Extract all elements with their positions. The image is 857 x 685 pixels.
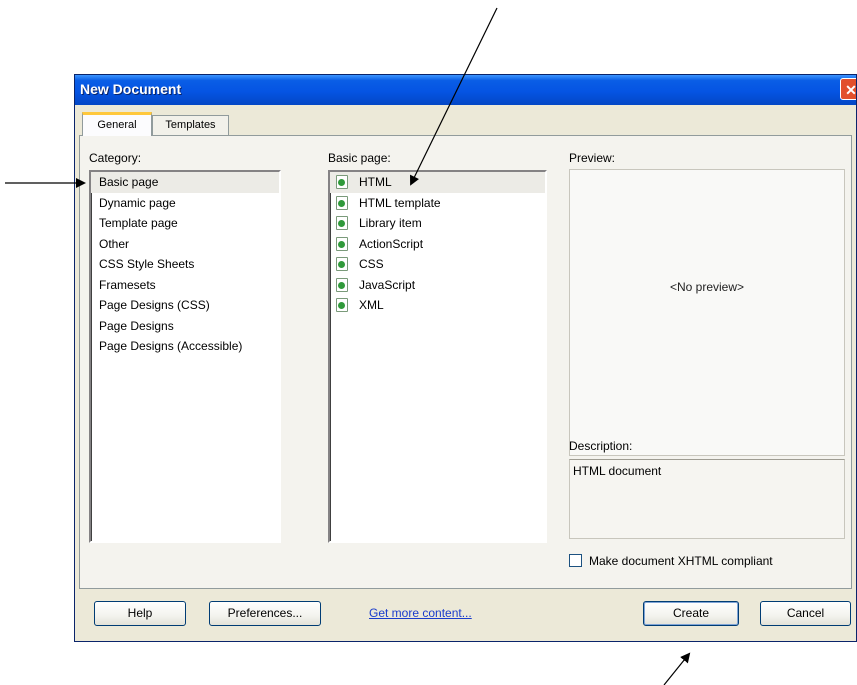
- category-item-basic-page[interactable]: Basic page: [91, 172, 279, 193]
- preview-pane: <No preview>: [569, 169, 845, 456]
- page-item-actionscript[interactable]: ActionScript: [330, 234, 545, 255]
- cancel-button[interactable]: Cancel: [760, 601, 851, 626]
- window-title: New Document: [80, 81, 182, 97]
- page-item-label: XML: [359, 298, 384, 313]
- category-label: Category:: [89, 151, 142, 165]
- tab-templates[interactable]: Templates: [152, 115, 229, 136]
- category-list[interactable]: Basic page Dynamic page Template page Ot…: [89, 170, 281, 543]
- document-icon: [336, 195, 348, 210]
- document-icon: [336, 298, 348, 313]
- category-item-page-designs-accessible[interactable]: Page Designs (Accessible): [91, 336, 279, 357]
- basic-page-label: Basic page:: [328, 151, 391, 165]
- page-item-label: CSS: [359, 257, 384, 272]
- page-item-label: HTML: [359, 175, 392, 190]
- category-item-template-page[interactable]: Template page: [91, 213, 279, 234]
- page-item-label: Library item: [359, 216, 422, 231]
- page-item-xml[interactable]: XML: [330, 295, 545, 316]
- document-icon: [336, 277, 348, 292]
- close-icon[interactable]: ✕: [840, 78, 856, 100]
- category-item-framesets[interactable]: Framesets: [91, 275, 279, 296]
- document-icon: [336, 236, 348, 251]
- page-item-label: JavaScript: [359, 277, 416, 292]
- document-icon: [336, 175, 348, 190]
- category-item-css-style-sheets[interactable]: CSS Style Sheets: [91, 254, 279, 275]
- page-item-label: ActionScript: [359, 236, 424, 251]
- description-text: HTML document: [573, 464, 662, 478]
- category-item-dynamic-page[interactable]: Dynamic page: [91, 193, 279, 214]
- page-item-css[interactable]: CSS: [330, 254, 545, 275]
- arrow-to-create-button: [663, 652, 691, 685]
- xhtml-compliant-checkbox[interactable]: [569, 554, 582, 567]
- document-icon: [336, 257, 348, 272]
- title-bar[interactable]: New Document ✕: [75, 75, 856, 105]
- tab-general[interactable]: General: [82, 112, 152, 136]
- xhtml-compliant-label[interactable]: Make document XHTML compliant: [589, 554, 773, 568]
- category-item-page-designs-css[interactable]: Page Designs (CSS): [91, 295, 279, 316]
- page-item-library-item[interactable]: Library item: [330, 213, 545, 234]
- new-document-dialog: New Document ✕ General Templates Categor…: [74, 74, 857, 642]
- page-item-html[interactable]: HTML: [330, 172, 545, 193]
- category-item-other[interactable]: Other: [91, 234, 279, 255]
- document-icon: [336, 216, 348, 231]
- page-item-javascript[interactable]: JavaScript: [330, 275, 545, 296]
- basic-page-list[interactable]: HTML HTML template Library item ActionSc…: [328, 170, 547, 543]
- page-item-html-template[interactable]: HTML template: [330, 193, 545, 214]
- help-button[interactable]: Help: [94, 601, 186, 626]
- create-button[interactable]: Create: [643, 601, 739, 626]
- preview-label: Preview:: [569, 151, 616, 165]
- category-item-page-designs[interactable]: Page Designs: [91, 316, 279, 337]
- description-box: HTML document: [569, 459, 845, 539]
- preferences-button[interactable]: Preferences...: [209, 601, 321, 626]
- preview-placeholder: <No preview>: [669, 280, 745, 294]
- get-more-content-link[interactable]: Get more content...: [369, 606, 472, 620]
- page-item-label: HTML template: [359, 195, 441, 210]
- description-label: Description:: [569, 439, 633, 453]
